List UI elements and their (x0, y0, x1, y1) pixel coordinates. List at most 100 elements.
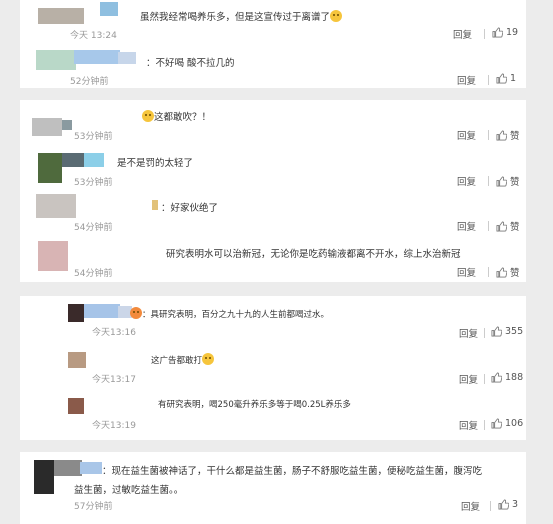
divider (490, 501, 491, 511)
like-button[interactable]: 赞 (496, 128, 520, 142)
comment-text: ：不好喝 酸不拉几的 (146, 58, 235, 69)
avatar[interactable] (34, 460, 54, 494)
comment-row: 研究表明水可以治新冠，无论你是吃药输液都离不开水，综上水治新冠 54分钟前 回复… (20, 235, 526, 282)
comment-row: 是不是罚的太轻了 53分钟前 回复 赞 (20, 145, 526, 190)
divider (484, 328, 485, 338)
avatar[interactable] (32, 118, 62, 136)
username-pixelated[interactable] (54, 460, 82, 476)
comment-text: 有研究表明，喝250毫升养乐多等于喝0.25L养乐多 (158, 400, 351, 410)
thumbs-up-icon (491, 418, 502, 429)
divider (484, 374, 485, 384)
like-button[interactable]: 赞 (496, 219, 520, 233)
avatar[interactable] (38, 241, 68, 271)
comment-row: 这广告都敢打 今天13:17 回复 188 (20, 342, 526, 388)
comment-row: ：不好喝 酸不拉几的 52分钟前 回复 1 (20, 44, 526, 88)
comment-text: 研究表明水可以治新冠，无论你是吃药输液都离不开水，综上水治新冠 (166, 249, 461, 260)
username-pixelated[interactable] (80, 462, 102, 474)
like-button[interactable]: 19 (492, 27, 518, 38)
comment-text: 这广告都敢打 (151, 353, 215, 366)
comment-card-1: 虽然我经常喝养乐多，但是这宣传过于离谱了 今天 13:24 回复 19 ：不好喝… (20, 0, 526, 88)
timestamp: 今天13:16 (92, 328, 136, 338)
thumbs-up-icon (496, 221, 507, 231)
like-count: 赞 (510, 222, 520, 233)
like-button[interactable]: 1 (496, 73, 516, 84)
reply-button[interactable]: 回复 (453, 27, 472, 41)
avatar[interactable] (38, 8, 84, 24)
divider (488, 176, 489, 186)
timestamp: 今天13:19 (92, 421, 136, 431)
thumbs-up-icon (496, 130, 507, 140)
like-count: 赞 (510, 268, 520, 279)
like-button[interactable]: 355 (491, 326, 523, 337)
like-button[interactable]: 赞 (496, 265, 520, 279)
reply-button[interactable]: 回复 (457, 73, 476, 87)
username-pixelated[interactable] (74, 50, 120, 64)
like-button[interactable]: 赞 (496, 174, 520, 188)
timestamp: 54分钟前 (74, 269, 113, 279)
comment-card-4: ：现在益生菌被神话了，干什么都是益生菌，肠子不舒服吃益生菌，便秘吃益生菌，腹泻吃… (20, 452, 526, 524)
grinning-emoji-icon (330, 10, 343, 22)
reply-button[interactable]: 回复 (457, 219, 476, 233)
sweat-smile-icon (142, 110, 154, 122)
comment-body: ：具研究表明，百分之九十九的人生前都喝过水。 (142, 310, 330, 320)
divider (488, 130, 489, 140)
like-count: 赞 (510, 131, 520, 142)
username-pixelated[interactable] (118, 52, 136, 64)
thumbs-up-icon (491, 372, 502, 383)
thumbs-up-icon (496, 73, 507, 84)
like-count: 355 (505, 326, 524, 337)
like-button[interactable]: 106 (491, 418, 523, 429)
comment-text-line-2: 益生菌，过敏吃益生菌。。 (74, 485, 184, 496)
comment-text-line-1: ：现在益生菌被神话了，干什么都是益生菌，肠子不舒服吃益生菌，便秘吃益生菌，腹泻吃 (102, 466, 483, 477)
reply-button[interactable]: 回复 (457, 128, 476, 142)
avatar[interactable] (38, 153, 62, 183)
comment-card-2: 这都敢吹？！ 53分钟前 回复 赞 是不是罚的太轻了 53分钟前 回复 赞 ：好… (20, 100, 526, 282)
timestamp: 53分钟前 (74, 132, 113, 142)
cat-emoji-icon (202, 353, 215, 365)
comment-body: 这都敢吹？！ (154, 112, 212, 123)
timestamp: 今天 13:24 (70, 31, 117, 41)
comment-card-3: ：具研究表明，百分之九十九的人生前都喝过水。 今天13:16 回复 355 这广… (20, 296, 526, 440)
like-count: 188 (505, 372, 524, 383)
comment-body: 这广告都敢打 (151, 356, 203, 366)
avatar[interactable] (36, 194, 76, 218)
like-count: 1 (510, 73, 517, 84)
comment-row: 虽然我经常喝养乐多，但是这宣传过于离谱了 今天 13:24 回复 19 (20, 0, 526, 44)
username-pixelated[interactable] (84, 304, 120, 318)
username-pixelated[interactable] (84, 153, 104, 167)
like-button[interactable]: 3 (498, 499, 518, 510)
comment-row: 这都敢吹？！ 53分钟前 回复 赞 (20, 100, 526, 145)
comment-row: ：现在益生菌被神话了，干什么都是益生菌，肠子不舒服吃益生菌，便秘吃益生菌，腹泻吃… (20, 452, 526, 524)
username-pixelated[interactable] (62, 153, 86, 167)
avatar[interactable] (68, 304, 84, 322)
username-pixelated[interactable] (152, 200, 158, 210)
divider (488, 221, 489, 231)
thumbs-up-icon (496, 176, 507, 186)
reply-button[interactable]: 回复 (459, 326, 478, 340)
divider (484, 29, 485, 39)
reply-button[interactable]: 回复 (457, 174, 476, 188)
comment-text: 是不是罚的太轻了 (117, 158, 194, 169)
like-count: 19 (506, 27, 519, 38)
comment-row: ：好家伙绝了 54分钟前 回复 赞 (20, 190, 526, 235)
avatar[interactable] (68, 352, 86, 368)
comment-body: 虽然我经常喝养乐多，但是这宣传过于离谱了 (140, 12, 331, 23)
avatar[interactable] (68, 398, 84, 414)
reply-button[interactable]: 回复 (461, 499, 480, 513)
reply-button[interactable]: 回复 (459, 372, 478, 386)
timestamp: 今天13:17 (92, 375, 136, 385)
comment-row: ：具研究表明，百分之九十九的人生前都喝过水。 今天13:16 回复 355 (20, 296, 526, 342)
thumbs-up-icon (492, 27, 503, 38)
username-pixelated[interactable] (62, 120, 72, 130)
reply-button[interactable]: 回复 (459, 418, 478, 432)
like-button[interactable]: 188 (491, 372, 523, 383)
reply-button[interactable]: 回复 (457, 265, 476, 279)
red-face-icon (130, 307, 142, 319)
avatar[interactable] (36, 50, 76, 70)
comment-row: 有研究表明，喝250毫升养乐多等于喝0.25L养乐多 今天13:19 回复 10… (20, 388, 526, 434)
thumbs-up-icon (498, 499, 509, 510)
comment-text: 这都敢吹？！ (142, 109, 211, 123)
username-pixelated[interactable] (100, 2, 118, 16)
divider (488, 267, 489, 277)
thumbs-up-icon (496, 267, 507, 277)
